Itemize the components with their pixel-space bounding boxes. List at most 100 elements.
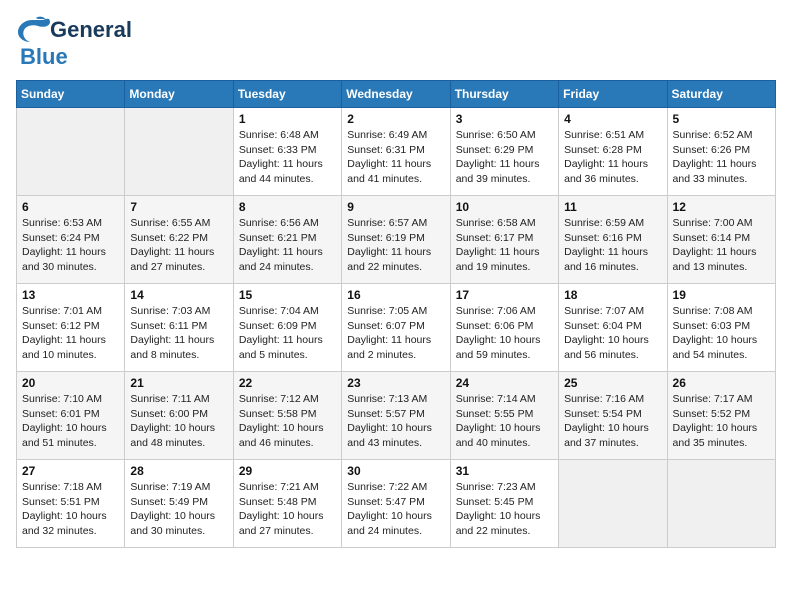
day-number: 18: [564, 288, 661, 302]
day-info: Sunrise: 7:17 AM Sunset: 5:52 PM Dayligh…: [673, 392, 770, 451]
day-info: Sunrise: 6:49 AM Sunset: 6:31 PM Dayligh…: [347, 128, 444, 187]
week-row-4: 20 Sunrise: 7:10 AM Sunset: 6:01 PM Dayli…: [17, 372, 776, 460]
week-row-5: 27 Sunrise: 7:18 AM Sunset: 5:51 PM Dayli…: [17, 460, 776, 548]
day-number: 7: [130, 200, 227, 214]
day-number: 31: [456, 464, 553, 478]
day-number: 1: [239, 112, 336, 126]
day-cell: 16 Sunrise: 7:05 AM Sunset: 6:07 PM Dayli…: [342, 284, 450, 372]
day-cell: 6 Sunrise: 6:53 AM Sunset: 6:24 PM Daylig…: [17, 196, 125, 284]
calendar-table: SundayMondayTuesdayWednesdayThursdayFrid…: [16, 80, 776, 548]
day-number: 25: [564, 376, 661, 390]
day-info: Sunrise: 7:13 AM Sunset: 5:57 PM Dayligh…: [347, 392, 444, 451]
day-number: 27: [22, 464, 119, 478]
day-info: Sunrise: 6:57 AM Sunset: 6:19 PM Dayligh…: [347, 216, 444, 275]
logo: General Blue: [16, 16, 132, 70]
day-info: Sunrise: 6:48 AM Sunset: 6:33 PM Dayligh…: [239, 128, 336, 187]
day-cell: 5Sunrise: 6:52 AM Sunset: 6:26 PM Daylig…: [667, 108, 775, 196]
day-cell: 8Sunrise: 6:56 AM Sunset: 6:21 PM Daylig…: [233, 196, 341, 284]
day-cell: 21 Sunrise: 7:11 AM Sunset: 6:00 PM Dayli…: [125, 372, 233, 460]
day-cell: 22 Sunrise: 7:12 AM Sunset: 5:58 PM Dayli…: [233, 372, 341, 460]
day-number: 2: [347, 112, 444, 126]
day-info: Sunrise: 6:55 AM Sunset: 6:22 PM Dayligh…: [130, 216, 227, 275]
day-cell: 13Sunrise: 7:01 AM Sunset: 6:12 PM Dayli…: [17, 284, 125, 372]
day-number: 5: [673, 112, 770, 126]
day-info: Sunrise: 7:22 AM Sunset: 5:47 PM Dayligh…: [347, 480, 444, 539]
weekday-header-monday: Monday: [125, 81, 233, 108]
day-number: 26: [673, 376, 770, 390]
day-cell: [125, 108, 233, 196]
day-info: Sunrise: 7:04 AM Sunset: 6:09 PM Dayligh…: [239, 304, 336, 363]
day-cell: 14 Sunrise: 7:03 AM Sunset: 6:11 PM Dayli…: [125, 284, 233, 372]
day-info: Sunrise: 7:01 AM Sunset: 6:12 PM Dayligh…: [22, 304, 119, 363]
day-number: 16: [347, 288, 444, 302]
day-number: 22: [239, 376, 336, 390]
logo-blue: Blue: [20, 44, 68, 70]
day-info: Sunrise: 7:10 AM Sunset: 6:01 PM Dayligh…: [22, 392, 119, 451]
day-info: Sunrise: 7:05 AM Sunset: 6:07 PM Dayligh…: [347, 304, 444, 363]
day-info: Sunrise: 6:53 AM Sunset: 6:24 PM Dayligh…: [22, 216, 119, 275]
day-number: 4: [564, 112, 661, 126]
day-number: 17: [456, 288, 553, 302]
logo-bird-icon: [16, 16, 50, 44]
day-number: 20: [22, 376, 119, 390]
day-info: Sunrise: 6:59 AM Sunset: 6:16 PM Dayligh…: [564, 216, 661, 275]
day-cell: 2 Sunrise: 6:49 AM Sunset: 6:31 PM Daylig…: [342, 108, 450, 196]
day-number: 8: [239, 200, 336, 214]
day-cell: 23 Sunrise: 7:13 AM Sunset: 5:57 PM Dayli…: [342, 372, 450, 460]
day-cell: 24 Sunrise: 7:14 AM Sunset: 5:55 PM Dayli…: [450, 372, 558, 460]
day-number: 9: [347, 200, 444, 214]
day-cell: 26 Sunrise: 7:17 AM Sunset: 5:52 PM Dayli…: [667, 372, 775, 460]
week-row-1: 1 Sunrise: 6:48 AM Sunset: 6:33 PM Daylig…: [17, 108, 776, 196]
day-info: Sunrise: 7:07 AM Sunset: 6:04 PM Dayligh…: [564, 304, 661, 363]
day-info: Sunrise: 7:18 AM Sunset: 5:51 PM Dayligh…: [22, 480, 119, 539]
weekday-header-friday: Friday: [559, 81, 667, 108]
day-info: Sunrise: 6:58 AM Sunset: 6:17 PM Dayligh…: [456, 216, 553, 275]
day-cell: [17, 108, 125, 196]
day-cell: 7 Sunrise: 6:55 AM Sunset: 6:22 PM Daylig…: [125, 196, 233, 284]
day-number: 19: [673, 288, 770, 302]
weekday-header-tuesday: Tuesday: [233, 81, 341, 108]
day-cell: 29 Sunrise: 7:21 AM Sunset: 5:48 PM Dayli…: [233, 460, 341, 548]
day-number: 23: [347, 376, 444, 390]
day-info: Sunrise: 7:03 AM Sunset: 6:11 PM Dayligh…: [130, 304, 227, 363]
day-info: Sunrise: 7:23 AM Sunset: 5:45 PM Dayligh…: [456, 480, 553, 539]
day-cell: 18 Sunrise: 7:07 AM Sunset: 6:04 PM Dayli…: [559, 284, 667, 372]
day-number: 6: [22, 200, 119, 214]
day-cell: 20 Sunrise: 7:10 AM Sunset: 6:01 PM Dayli…: [17, 372, 125, 460]
day-cell: [559, 460, 667, 548]
day-cell: 4Sunrise: 6:51 AM Sunset: 6:28 PM Daylig…: [559, 108, 667, 196]
day-cell: 9 Sunrise: 6:57 AM Sunset: 6:19 PM Daylig…: [342, 196, 450, 284]
day-info: Sunrise: 7:00 AM Sunset: 6:14 PM Dayligh…: [673, 216, 770, 275]
day-cell: 12 Sunrise: 7:00 AM Sunset: 6:14 PM Dayli…: [667, 196, 775, 284]
day-info: Sunrise: 7:14 AM Sunset: 5:55 PM Dayligh…: [456, 392, 553, 451]
day-number: 24: [456, 376, 553, 390]
day-cell: 25Sunrise: 7:16 AM Sunset: 5:54 PM Dayli…: [559, 372, 667, 460]
day-info: Sunrise: 7:11 AM Sunset: 6:00 PM Dayligh…: [130, 392, 227, 451]
day-number: 12: [673, 200, 770, 214]
day-cell: 31 Sunrise: 7:23 AM Sunset: 5:45 PM Dayli…: [450, 460, 558, 548]
day-number: 30: [347, 464, 444, 478]
weekday-header-thursday: Thursday: [450, 81, 558, 108]
day-cell: [667, 460, 775, 548]
week-row-3: 13Sunrise: 7:01 AM Sunset: 6:12 PM Dayli…: [17, 284, 776, 372]
day-cell: 19 Sunrise: 7:08 AM Sunset: 6:03 PM Dayli…: [667, 284, 775, 372]
day-info: Sunrise: 7:21 AM Sunset: 5:48 PM Dayligh…: [239, 480, 336, 539]
day-number: 14: [130, 288, 227, 302]
weekday-header-wednesday: Wednesday: [342, 81, 450, 108]
day-info: Sunrise: 7:08 AM Sunset: 6:03 PM Dayligh…: [673, 304, 770, 363]
day-number: 29: [239, 464, 336, 478]
day-number: 15: [239, 288, 336, 302]
page-header: General Blue: [16, 16, 776, 70]
week-row-2: 6 Sunrise: 6:53 AM Sunset: 6:24 PM Daylig…: [17, 196, 776, 284]
day-cell: 28Sunrise: 7:19 AM Sunset: 5:49 PM Dayli…: [125, 460, 233, 548]
day-info: Sunrise: 7:12 AM Sunset: 5:58 PM Dayligh…: [239, 392, 336, 451]
day-info: Sunrise: 7:19 AM Sunset: 5:49 PM Dayligh…: [130, 480, 227, 539]
calendar-header-row: SundayMondayTuesdayWednesdayThursdayFrid…: [17, 81, 776, 108]
day-cell: 15 Sunrise: 7:04 AM Sunset: 6:09 PM Dayli…: [233, 284, 341, 372]
day-number: 10: [456, 200, 553, 214]
day-number: 21: [130, 376, 227, 390]
weekday-header-saturday: Saturday: [667, 81, 775, 108]
day-info: Sunrise: 7:06 AM Sunset: 6:06 PM Dayligh…: [456, 304, 553, 363]
weekday-header-sunday: Sunday: [17, 81, 125, 108]
day-number: 3: [456, 112, 553, 126]
